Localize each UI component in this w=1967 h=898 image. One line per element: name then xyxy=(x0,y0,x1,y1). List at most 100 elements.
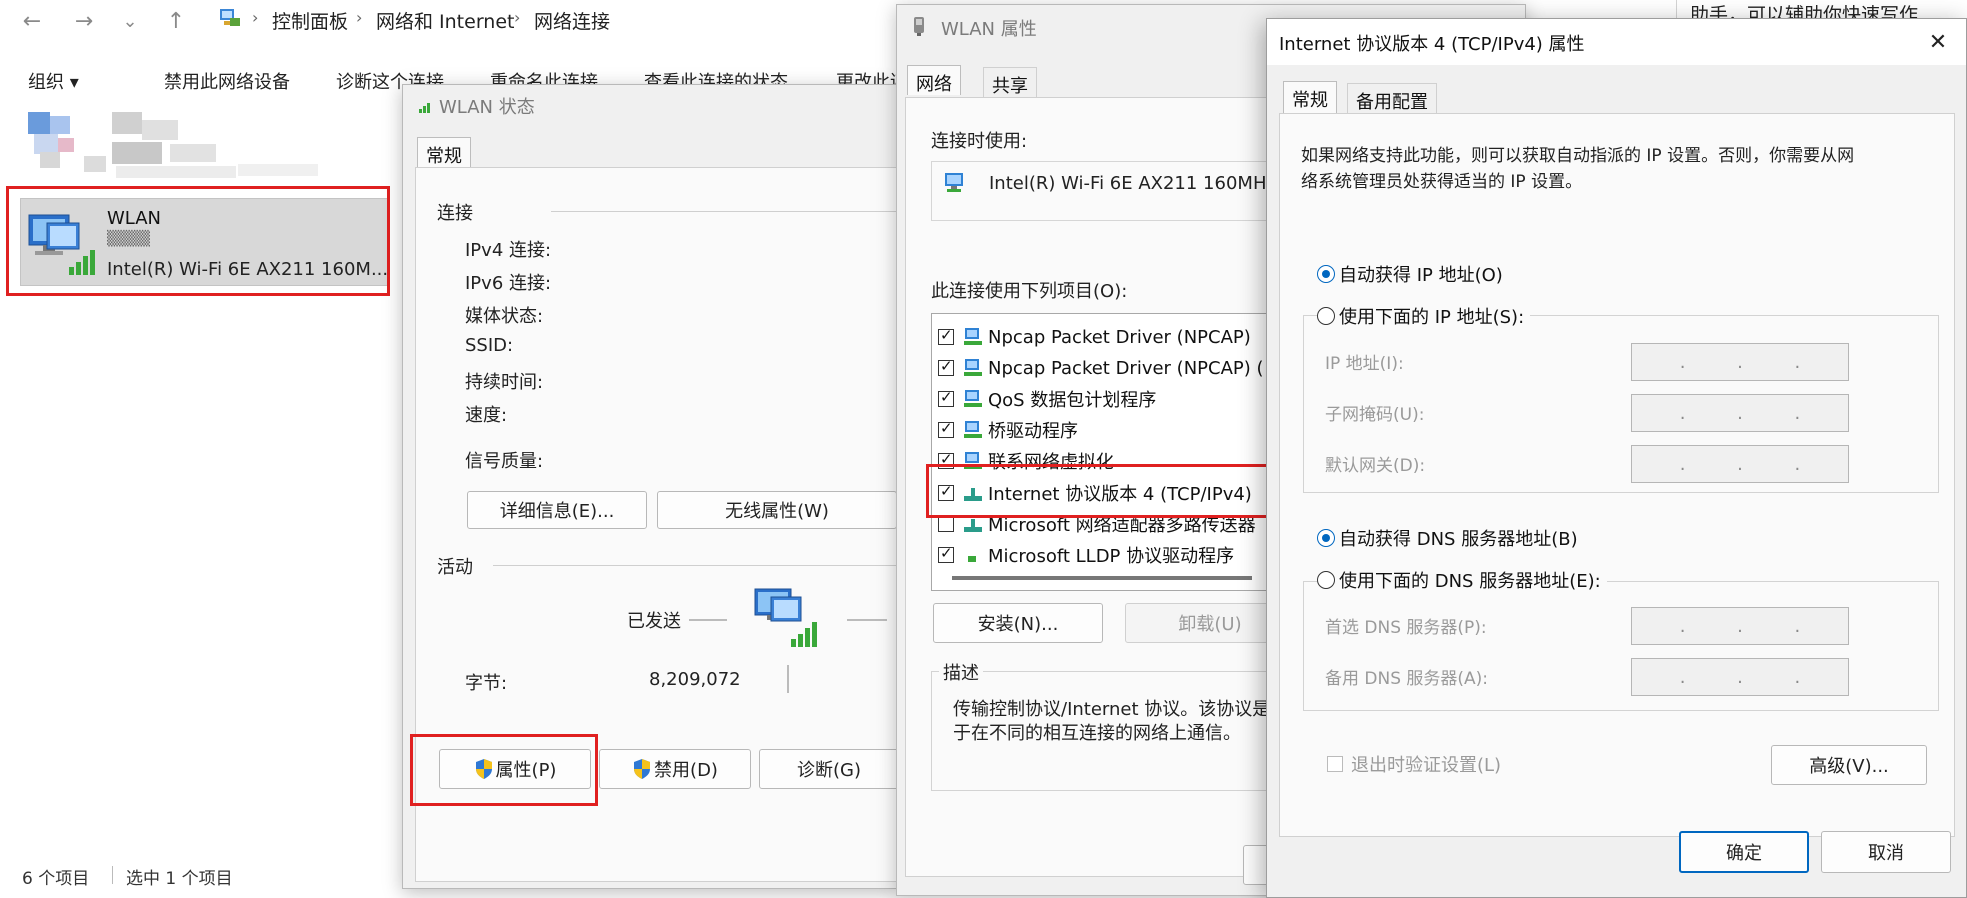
selected-count: 选中 1 个项目 xyxy=(126,869,233,889)
preferred-dns-field[interactable]: ... xyxy=(1631,607,1849,645)
cancel-button[interactable]: 取消 xyxy=(1821,831,1951,873)
breadcrumb-separator-icon: › xyxy=(356,8,363,27)
list-item-label: 桥驱动程序 xyxy=(988,421,1078,442)
chevron-down-icon[interactable]: ⌄ xyxy=(112,4,148,38)
item-count: 6 个项目 xyxy=(22,869,90,889)
description-line-1: 传输控制协议/Internet 协议。该协议是 xyxy=(953,699,1271,720)
duration-label: 持续时间: xyxy=(465,372,544,393)
blurred-connection-item[interactable] xyxy=(28,112,328,182)
ipv6-connection-label: IPv6 连接: xyxy=(465,273,552,294)
advanced-button[interactable]: 高级(V)... xyxy=(1771,745,1927,785)
bytes-sent-value: 8,209,072 xyxy=(649,669,741,690)
tab-sharing[interactable]: 共享 xyxy=(983,67,1037,97)
props-dialog-title: WLAN 属性 xyxy=(941,19,1037,40)
intro-text-line-1: 如果网络支持此功能，则可以获取自动指派的 IP 设置。否则，你需要从网 xyxy=(1301,146,1855,166)
status-bar: 6 个项目 选中 1 个项目 xyxy=(0,852,400,896)
default-gateway-label: 默认网关(D): xyxy=(1325,456,1426,476)
activity-line-left xyxy=(689,619,727,621)
radio-selected[interactable] xyxy=(1317,265,1335,283)
subnet-mask-label: 子网掩码(U): xyxy=(1325,405,1425,425)
group-divider xyxy=(493,565,899,566)
group-divider xyxy=(551,211,899,212)
activity-line-right xyxy=(847,619,887,621)
network-component-icon xyxy=(964,328,982,345)
checkbox[interactable] xyxy=(938,357,954,376)
subnet-mask-field[interactable]: ... xyxy=(1631,394,1849,432)
ip-address-field[interactable]: ... xyxy=(1631,343,1849,381)
forward-arrow-icon[interactable]: → xyxy=(66,4,102,38)
ipv4-connection-label: IPv4 连接: xyxy=(465,240,552,261)
default-gateway-field[interactable]: ... xyxy=(1631,445,1849,483)
breadcrumb-separator-icon: › xyxy=(514,8,521,27)
list-scrollbar[interactable] xyxy=(952,576,1252,580)
radio-selected[interactable] xyxy=(1317,529,1335,547)
checkbox[interactable] xyxy=(938,326,954,345)
diagnose-button[interactable]: 诊断(G) xyxy=(759,749,899,789)
disable-button[interactable]: 禁用(D) xyxy=(599,749,751,789)
media-state-label: 媒体状态: xyxy=(465,306,544,327)
details-button[interactable]: 详细信息(E)... xyxy=(467,491,647,529)
ipv4-dialog-titlebar[interactable]: Internet 协议版本 4 (TCP/IPv4) 属性 ✕ xyxy=(1267,19,1966,65)
organize-menu[interactable]: 组织 ▾ xyxy=(28,68,79,94)
network-component-icon xyxy=(964,421,982,438)
list-item-label: Npcap Packet Driver (NPCAP) xyxy=(988,326,1251,348)
network-activity-icon xyxy=(754,588,817,647)
activity-group-label: 活动 xyxy=(437,557,473,578)
uac-shield-icon xyxy=(634,759,651,779)
ok-button[interactable]: 确定 xyxy=(1679,831,1809,873)
breadcrumb-network-internet[interactable]: 网络和 Internet xyxy=(376,7,514,34)
items-label: 此连接使用下列项目(O): xyxy=(931,281,1128,302)
auto-ip-radio[interactable]: 自动获得 IP 地址(O) xyxy=(1317,261,1503,287)
tab-networking[interactable]: 网络 xyxy=(907,65,961,95)
network-component-icon xyxy=(964,359,982,376)
wifi-adapter-icon xyxy=(914,17,924,36)
validate-on-exit-checkbox[interactable]: 退出时验证设置(L) xyxy=(1327,751,1501,777)
alternate-dns-field[interactable]: ... xyxy=(1631,658,1849,696)
validate-on-exit-label: 退出时验证设置(L) xyxy=(1351,755,1502,776)
back-arrow-icon[interactable]: ← xyxy=(14,4,50,38)
control-panel-icon xyxy=(220,9,240,26)
breadcrumb-network-connections[interactable]: 网络连接 xyxy=(534,7,610,34)
ssid-label: SSID: xyxy=(465,335,514,356)
status-separator xyxy=(112,866,113,884)
adapter-icon xyxy=(945,173,963,192)
adapter-name: Intel(R) Wi-Fi 6E AX211 160MHz xyxy=(989,173,1276,194)
status-dialog-titlebar[interactable]: WLAN 状态 xyxy=(403,85,897,125)
auto-ip-label: 自动获得 IP 地址(O) xyxy=(1339,265,1503,286)
connection-group-label: 连接 xyxy=(437,203,473,224)
tab-general[interactable]: 常规 xyxy=(1283,81,1337,113)
checkbox[interactable] xyxy=(938,516,954,532)
tab-general[interactable]: 常规 xyxy=(417,137,471,167)
auto-dns-label: 自动获得 DNS 服务器地址(B) xyxy=(1339,529,1578,550)
bytes-label: 字节: xyxy=(465,673,508,694)
close-icon[interactable]: ✕ xyxy=(1920,25,1956,59)
breadcrumb-control-panel[interactable]: 控制面板 xyxy=(272,7,348,34)
list-item-label: QoS 数据包计划程序 xyxy=(988,390,1157,411)
ip-address-label: IP 地址(I): xyxy=(1325,354,1404,374)
sent-label: 已发送 xyxy=(627,611,681,632)
tab-alternate-config[interactable]: 备用配置 xyxy=(1347,83,1437,113)
checkbox[interactable] xyxy=(1327,756,1343,772)
checkbox[interactable] xyxy=(938,419,954,438)
disable-button-label: 禁用(D) xyxy=(654,760,718,781)
radio-unselected[interactable] xyxy=(1317,307,1335,325)
preferred-dns-label: 首选 DNS 服务器(P): xyxy=(1325,618,1487,638)
checkbox[interactable] xyxy=(938,544,954,563)
checkbox[interactable] xyxy=(938,388,954,407)
disable-device-command[interactable]: 禁用此网络设备 xyxy=(164,68,290,94)
wireless-properties-button[interactable]: 无线属性(W) xyxy=(657,491,897,529)
highlight-ipv4-item xyxy=(926,464,1270,518)
manual-ip-radio[interactable]: 使用下面的 IP 地址(S): xyxy=(1317,303,1531,329)
install-button[interactable]: 安装(N)... xyxy=(933,603,1103,643)
highlight-properties-button xyxy=(410,734,598,806)
speed-label: 速度: xyxy=(465,405,508,426)
network-component-icon xyxy=(964,390,982,407)
ipv4-dialog-title: Internet 协议版本 4 (TCP/IPv4) 属性 xyxy=(1279,34,1585,55)
manual-ip-label: 使用下面的 IP 地址(S): xyxy=(1339,307,1525,328)
alternate-dns-label: 备用 DNS 服务器(A): xyxy=(1325,669,1489,689)
manual-dns-radio[interactable]: 使用下面的 DNS 服务器地址(E): xyxy=(1317,567,1607,593)
radio-unselected[interactable] xyxy=(1317,571,1335,589)
up-arrow-icon[interactable]: ↑ xyxy=(158,4,194,38)
auto-dns-radio[interactable]: 自动获得 DNS 服务器地址(B) xyxy=(1317,525,1578,551)
protocol-icon xyxy=(968,556,976,562)
